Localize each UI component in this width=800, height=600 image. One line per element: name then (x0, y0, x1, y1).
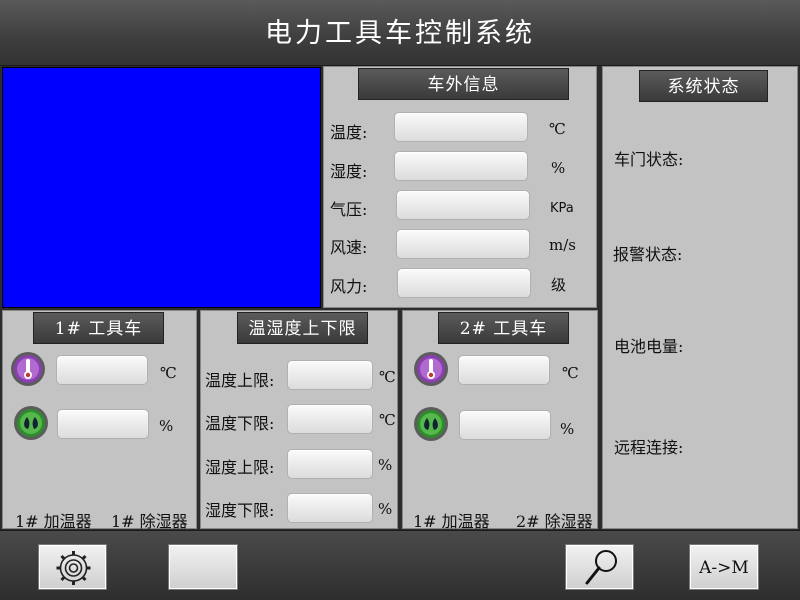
car2-humidity-unit: % (560, 420, 575, 438)
temp-lower-limit-unit: ℃ (379, 411, 396, 429)
outside-windspeed-unit: m/s (549, 236, 576, 254)
car2-dehumidifier-label: 2# 除湿器 (516, 512, 593, 531)
outside-windspeed-field (396, 229, 530, 259)
limits-header: 温湿度上下限 (237, 312, 368, 344)
outside-windforce-unit: 级 (551, 276, 567, 294)
car2-temp-field (458, 355, 550, 385)
battery-level-label: 电池电量: (614, 337, 684, 356)
outside-humidity-field (394, 151, 528, 181)
blank-button[interactable] (168, 544, 238, 590)
humidity-upper-limit-input[interactable] (287, 449, 373, 479)
magnifier-icon (585, 550, 617, 585)
outside-temp-label: 温度: (330, 123, 368, 142)
car1-header: 1# 工具车 (33, 312, 164, 344)
car1-humidity-field (57, 409, 149, 439)
thermometer-icon (414, 352, 448, 386)
outside-temp-unit: ℃ (549, 120, 566, 138)
humidity-upper-limit-label: 湿度上限: (205, 458, 275, 477)
video-display (2, 67, 321, 308)
outside-humidity-label: 湿度: (330, 162, 368, 181)
temp-lower-limit-label: 温度下限: (205, 414, 275, 433)
car2-temp-unit: ℃ (562, 364, 579, 382)
outside-pressure-field (396, 190, 530, 220)
outside-pressure-label: 气压: (330, 200, 368, 219)
remote-connection-label: 远程连接: (614, 438, 684, 457)
car1-temp-unit: ℃ (160, 364, 177, 382)
temp-upper-limit-input[interactable] (287, 360, 373, 390)
droplet-icon (414, 407, 448, 441)
outside-pressure-unit: KPa (550, 201, 574, 216)
car2-humidity-field (459, 410, 551, 440)
outside-windspeed-label: 风速: (330, 238, 368, 257)
page-title: 电力工具车控制系统 (265, 18, 535, 49)
droplet-icon (14, 406, 48, 440)
bottom-toolbar (0, 530, 800, 600)
car1-humidity-unit: % (159, 417, 174, 435)
car2-heater-label: 1# 加温器 (413, 512, 490, 531)
humidity-lower-limit-unit: % (378, 500, 393, 518)
car1-temp-field (56, 355, 148, 385)
outside-temp-field (394, 112, 528, 142)
outside-windforce-label: 风力: (330, 277, 368, 296)
gear-icon (56, 551, 91, 585)
temp-upper-limit-unit: ℃ (379, 368, 396, 386)
search-button[interactable] (565, 544, 634, 590)
outside-windforce-field (397, 268, 531, 298)
temp-upper-limit-label: 温度上限: (205, 371, 275, 390)
thermometer-icon (11, 352, 45, 386)
car1-heater-label: 1# 加温器 (15, 512, 92, 531)
car1-dehumidifier-label: 1# 除湿器 (111, 512, 188, 531)
alarm-status-label: 报警状态: (613, 245, 683, 264)
settings-button[interactable] (38, 544, 107, 590)
door-status-label: 车门状态: (614, 150, 684, 169)
humidity-lower-limit-label: 湿度下限: (205, 501, 275, 520)
system-status-header: 系统状态 (639, 70, 768, 102)
outside-info-header: 车外信息 (358, 68, 569, 100)
outside-humidity-unit: % (551, 159, 566, 177)
system-status-panel (602, 66, 798, 529)
auto-manual-button[interactable]: A->M (689, 544, 759, 590)
humidity-lower-limit-input[interactable] (287, 493, 373, 523)
temp-lower-limit-input[interactable] (287, 404, 373, 434)
humidity-upper-limit-unit: % (378, 456, 393, 474)
car2-header: 2# 工具车 (438, 312, 569, 344)
